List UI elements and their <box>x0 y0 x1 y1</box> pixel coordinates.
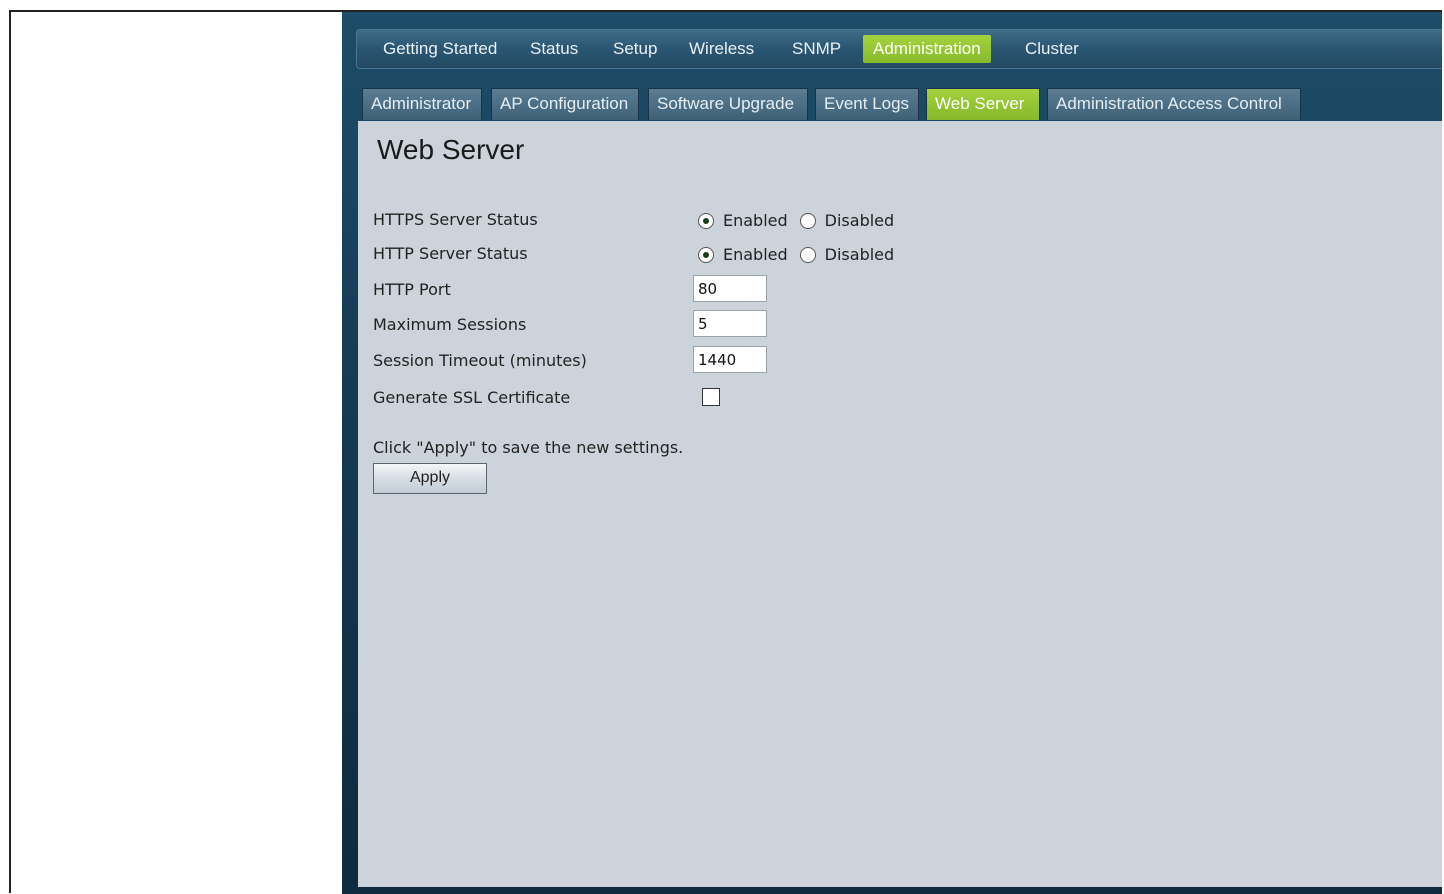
http-disabled-label: Disabled <box>824 245 895 264</box>
page-title: Web Server <box>377 134 525 165</box>
http-status-radio-group: Enabled Disabled <box>698 245 906 264</box>
https-enabled-label: Enabled <box>723 211 788 230</box>
nav-status[interactable]: Status <box>520 35 588 63</box>
http-port-label: HTTP Port <box>373 280 451 299</box>
http-status-label: HTTP Server Status <box>373 244 528 263</box>
apply-button[interactable]: Apply <box>373 463 487 494</box>
ap-admin-window: Getting Started Status Setup Wireless SN… <box>342 12 1442 894</box>
nav-wireless[interactable]: Wireless <box>679 35 764 63</box>
ssl-cert-label: Generate SSL Certificate <box>373 388 571 407</box>
tab-web-server[interactable]: Web Server <box>926 88 1040 120</box>
nav-getting-started[interactable]: Getting Started <box>373 35 507 63</box>
nav-administration[interactable]: Administration <box>863 35 991 63</box>
https-enabled-radio[interactable] <box>698 212 714 229</box>
nav-setup[interactable]: Setup <box>603 35 667 63</box>
session-timeout-input[interactable] <box>693 346 767 373</box>
session-timeout-label: Session Timeout (minutes) <box>373 351 587 370</box>
http-enabled-radio[interactable] <box>698 246 714 263</box>
ssl-cert-checkbox[interactable] <box>702 388 720 406</box>
http-enabled-label: Enabled <box>723 245 788 264</box>
nav-cluster[interactable]: Cluster <box>1015 35 1089 63</box>
nav-snmp[interactable]: SNMP <box>782 35 851 63</box>
top-nav: Getting Started Status Setup Wireless SN… <box>356 29 1442 69</box>
https-disabled-radio[interactable] <box>799 212 816 229</box>
max-sessions-label: Maximum Sessions <box>373 315 527 334</box>
tab-software-upgrade[interactable]: Software Upgrade <box>648 88 808 120</box>
tab-administration-access-control[interactable]: Administration Access Control <box>1047 88 1301 120</box>
http-disabled-radio[interactable] <box>799 246 816 263</box>
max-sessions-input[interactable] <box>693 310 767 337</box>
apply-hint: Click "Apply" to save the new settings. <box>373 438 684 457</box>
http-port-input[interactable] <box>693 275 767 302</box>
tab-ap-configuration[interactable]: AP Configuration <box>491 88 639 120</box>
tab-event-logs[interactable]: Event Logs <box>815 88 919 120</box>
https-status-radio-group: Enabled Disabled <box>698 211 906 230</box>
tab-administrator[interactable]: Administrator <box>362 88 482 120</box>
https-status-label: HTTPS Server Status <box>373 210 538 229</box>
https-disabled-label: Disabled <box>824 211 895 230</box>
content-panel: Web Server HTTPS Server Status Enabled D… <box>358 121 1442 887</box>
